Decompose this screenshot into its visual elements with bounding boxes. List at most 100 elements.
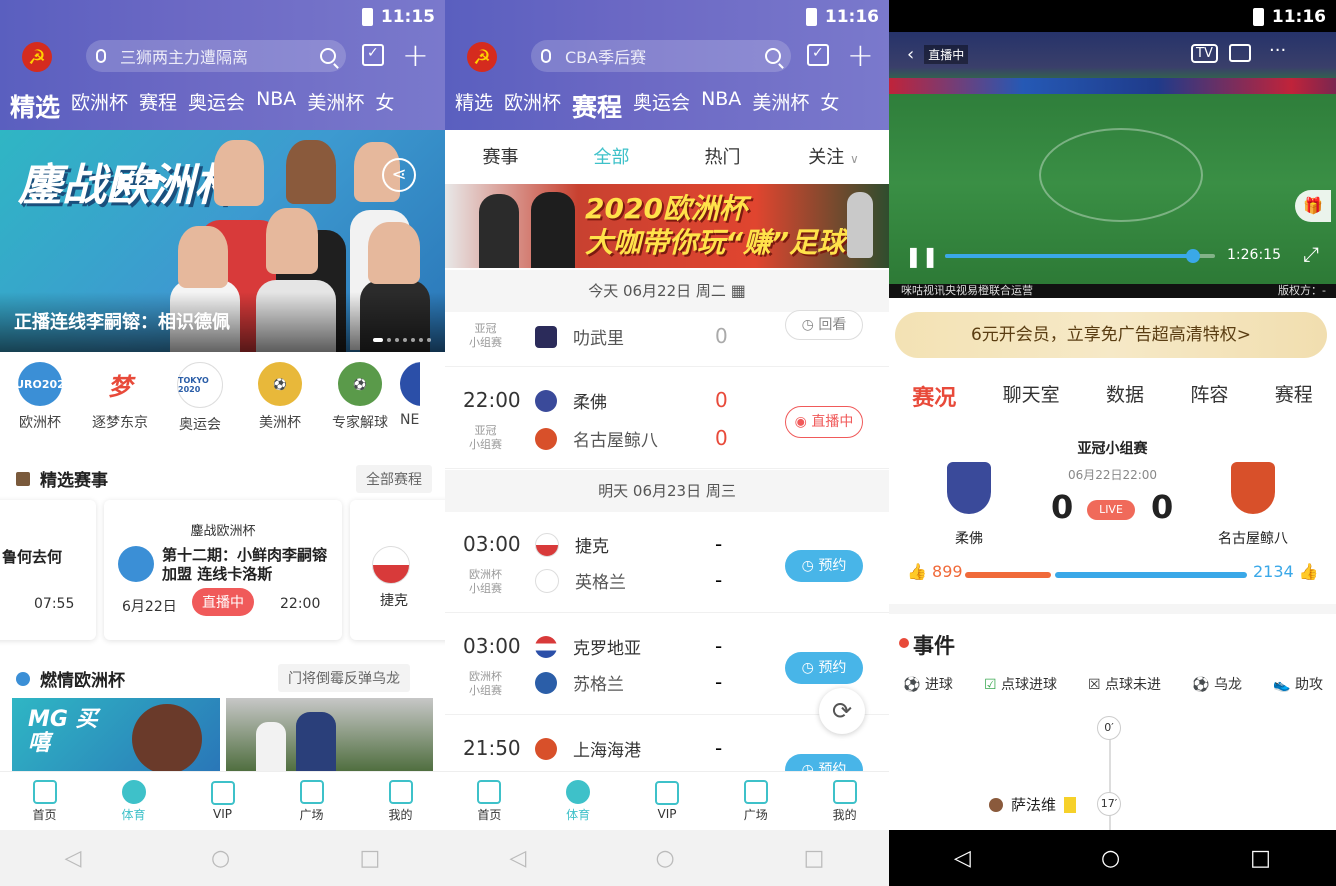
nav-vip[interactable]: VIP xyxy=(637,781,697,821)
subtab-hot[interactable]: 热门 xyxy=(667,143,778,169)
category-nba[interactable]: NE xyxy=(400,356,420,446)
nav-me[interactable]: 我的 xyxy=(815,779,875,823)
share-icon[interactable] xyxy=(1229,44,1251,62)
nav-home[interactable]: 首页 xyxy=(459,779,519,823)
match-card-featured[interactable]: 鏖战欧洲杯 第十二期：小鲜肉李嗣镕加盟 连线卡洛斯 6月22日 直播中 22:0… xyxy=(104,500,342,640)
match-row[interactable]: 03:00 欧洲杯 小组赛 捷克 英格兰 - - ◷ 预约 xyxy=(445,512,889,613)
home-like[interactable]: 👍 899 xyxy=(907,562,963,581)
search-icon[interactable] xyxy=(765,48,781,64)
tab-chatroom[interactable]: 聊天室 xyxy=(1003,380,1060,420)
gift-icon[interactable]: 🎁 xyxy=(1295,190,1331,222)
back-arrow-icon[interactable]: ‹ xyxy=(907,44,914,65)
category-euro[interactable]: EURO2020 欧洲杯 xyxy=(0,356,80,446)
tab-nba[interactable]: NBA xyxy=(701,88,741,124)
tv-cast-icon[interactable]: TV xyxy=(1191,44,1218,63)
add-icon[interactable]: + xyxy=(402,36,429,74)
live-button[interactable]: ◉ 直播中 xyxy=(785,406,863,438)
tab-olympics[interactable]: 奥运会 xyxy=(633,88,690,124)
subtab-all[interactable]: 全部 xyxy=(556,143,667,169)
tab-euro[interactable]: 欧洲杯 xyxy=(504,88,561,124)
match-row[interactable]: 亚冠 小组赛 叻武里 0 ◷ 回看 xyxy=(445,310,889,367)
tokyo2020-icon: TOKYO 2020 xyxy=(177,362,223,408)
tab-schedule[interactable]: 赛程 xyxy=(139,88,177,124)
video-player[interactable]: ‹ 直播中 TV ··· 🎁 ❚❚ 1:26:15 ⤢ xyxy=(889,32,1336,284)
tab-schedule[interactable]: 赛程 xyxy=(572,88,622,124)
tab-copa[interactable]: 美洲杯 xyxy=(307,88,364,124)
promo-banner[interactable]: 2020欧洲杯 大咖带你玩“赚”足球 xyxy=(445,184,889,268)
tab-nba[interactable]: NBA xyxy=(256,88,296,124)
tab-olympics[interactable]: 奥运会 xyxy=(188,88,245,124)
search-icon[interactable] xyxy=(320,48,336,64)
match-card[interactable]: 捷克 xyxy=(350,500,445,640)
subtab-events[interactable]: 赛事 xyxy=(445,143,556,169)
tab-copa[interactable]: 美洲杯 xyxy=(752,88,809,124)
more-icon[interactable]: ··· xyxy=(1269,40,1286,61)
schedule-check-icon[interactable] xyxy=(807,44,829,66)
away-score: 0 xyxy=(1151,488,1174,526)
category-olympics[interactable]: TOKYO 2020 奥运会 xyxy=(160,356,240,446)
add-icon[interactable]: + xyxy=(847,36,874,74)
timeline-event[interactable]: 萨法维 xyxy=(989,794,1077,815)
recents-icon[interactable]: □ xyxy=(1250,846,1271,871)
nav-vip[interactable]: VIP xyxy=(193,781,253,821)
hero-banner[interactable]: 鏖战欧洲杯 -12- ⋖ 正播连线李嗣镕：相识德佩 xyxy=(0,130,445,352)
carousel-dots[interactable] xyxy=(373,338,431,342)
mic-icon[interactable] xyxy=(96,49,106,63)
vip-banner[interactable]: 6元开会员，立享免广告超高清特权> xyxy=(895,312,1327,358)
category-expert[interactable]: ⚽ 专家解球 xyxy=(320,356,400,446)
tab-featured[interactable]: 精选 xyxy=(10,88,60,124)
nav-square[interactable]: 广场 xyxy=(282,779,342,823)
recents-icon[interactable]: □ xyxy=(804,846,825,871)
tab-lineup[interactable]: 阵容 xyxy=(1190,380,1228,420)
system-nav: ◁ ○ □ xyxy=(0,830,445,886)
nav-sports[interactable]: 体育 xyxy=(548,779,608,823)
search-bar[interactable]: 三狮两主力遭隔离 xyxy=(86,40,346,72)
nav-square[interactable]: 广场 xyxy=(726,779,786,823)
tab-live-status[interactable]: 赛况 xyxy=(912,380,956,420)
back-icon[interactable]: ◁ xyxy=(65,846,82,871)
tab-women[interactable]: 女 xyxy=(375,88,394,124)
video-progress-track[interactable] xyxy=(945,249,1215,263)
reserve-button[interactable]: ◷ 预约 xyxy=(785,652,863,684)
search-bar[interactable]: CBA季后赛 xyxy=(531,40,791,72)
nav-sports[interactable]: 体育 xyxy=(104,779,164,823)
status-bar: 11:16 xyxy=(805,6,879,28)
video-thumbnail[interactable] xyxy=(226,698,433,774)
match-card[interactable]: 鲁何去何 07:55 xyxy=(0,500,96,640)
recents-icon[interactable]: □ xyxy=(360,846,381,871)
live-badge[interactable]: 直播中 xyxy=(192,588,254,616)
tab-euro[interactable]: 欧洲杯 xyxy=(71,88,128,124)
pause-icon[interactable]: ❚❚ xyxy=(905,244,939,268)
home-circle-icon[interactable]: ○ xyxy=(1101,846,1120,871)
back-icon[interactable]: ◁ xyxy=(510,846,527,871)
reserve-button[interactable]: ◷ 预约 xyxy=(785,550,863,582)
match-row[interactable]: 22:00 亚冠 小组赛 柔佛 名古屋鲸八 0 0 ◉ 直播中 xyxy=(445,368,889,469)
video-progress-knob[interactable] xyxy=(1186,249,1201,263)
match-row[interactable]: 21:50 亚冠 上海海港 - ◷ 预约 xyxy=(445,716,889,786)
refresh-icon[interactable]: ⟳ xyxy=(819,688,865,734)
home-circle-icon[interactable]: ○ xyxy=(211,846,230,871)
app-logo-icon[interactable]: ☭ xyxy=(22,42,52,72)
nav-me[interactable]: 我的 xyxy=(371,779,431,823)
calendar-icon[interactable]: ▦ xyxy=(731,281,746,300)
nav-home[interactable]: 首页 xyxy=(15,779,75,823)
mic-icon[interactable] xyxy=(541,49,551,63)
tab-stats[interactable]: 数据 xyxy=(1106,380,1144,420)
fullscreen-icon[interactable]: ⤢ xyxy=(1303,242,1319,266)
schedule-check-icon[interactable] xyxy=(362,44,384,66)
replay-button[interactable]: ◷ 回看 xyxy=(785,310,863,340)
home-circle-icon[interactable]: ○ xyxy=(655,846,674,871)
away-like[interactable]: 2134 👍 xyxy=(1253,562,1319,581)
euro-headline-link[interactable]: 门将倒霉反弹乌龙 xyxy=(278,664,410,692)
subtab-follow[interactable]: 关注 ∨ xyxy=(778,143,889,169)
video-thumbnail[interactable]: MG 买嘻 xyxy=(12,698,220,774)
tab-featured[interactable]: 精选 xyxy=(455,88,493,124)
category-copa[interactable]: ⚽ 美洲杯 xyxy=(240,356,320,446)
share-icon[interactable]: ⋖ xyxy=(382,158,416,192)
all-schedule-link[interactable]: 全部赛程 xyxy=(356,465,432,493)
category-tokyo-dream[interactable]: 梦逐梦东京 xyxy=(80,356,160,446)
back-icon[interactable]: ◁ xyxy=(954,846,971,871)
tab-schedule[interactable]: 赛程 xyxy=(1275,380,1313,420)
tab-women[interactable]: 女 xyxy=(820,88,839,124)
app-logo-icon[interactable]: ☭ xyxy=(467,42,497,72)
